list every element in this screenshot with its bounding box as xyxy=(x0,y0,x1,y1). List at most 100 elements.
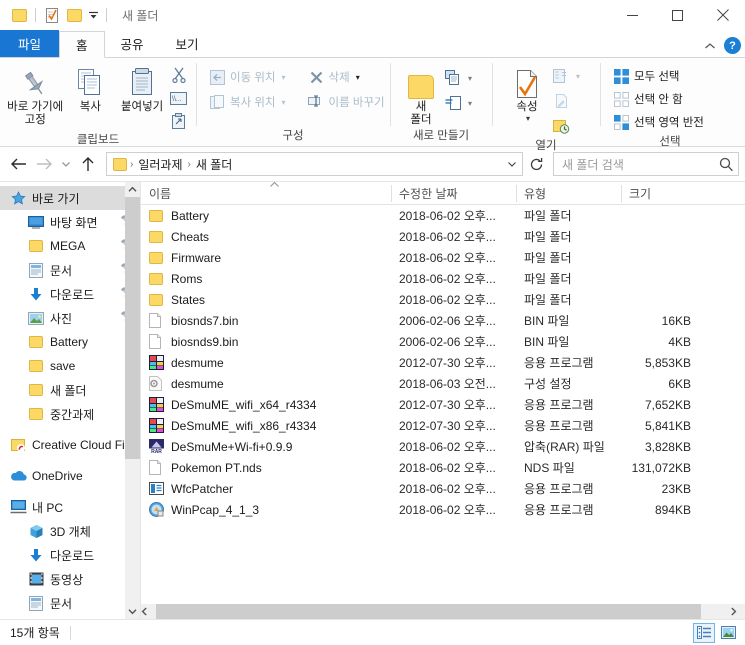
sidebar-item-creative-cloud[interactable]: Creative Cloud Fil xyxy=(0,433,140,457)
sidebar-item-mega[interactable]: MEGA xyxy=(0,234,140,258)
open-button[interactable]: ▾ xyxy=(550,65,583,87)
chevron-down-icon[interactable]: ▾ xyxy=(468,74,472,83)
properties-button[interactable]: 속성 ▾ xyxy=(504,61,550,123)
history-button[interactable] xyxy=(550,115,583,137)
cut-icon[interactable] xyxy=(168,65,190,85)
table-row[interactable]: desmume 2012-07-30 오후... 응용 프로그램 5,853KB xyxy=(141,352,745,373)
table-row[interactable]: Firmware 2018-06-02 오후... 파일 폴더 xyxy=(141,247,745,268)
file-name-cell[interactable]: desmume xyxy=(141,376,391,391)
delete-button[interactable]: 삭제 ▾ xyxy=(305,66,388,88)
table-row[interactable]: WfcPatcher 2018-06-02 오후... 응용 프로그램 23KB xyxy=(141,478,745,499)
breadcrumb-item-1[interactable]: 새 폴더 xyxy=(192,156,236,173)
chevron-up-icon[interactable] xyxy=(704,42,716,50)
sidebar-item-this-pc[interactable]: 내 PC xyxy=(0,495,140,519)
file-name-cell[interactable]: WfcPatcher xyxy=(141,482,391,496)
large-icons-view-button[interactable] xyxy=(717,623,739,643)
minimize-icon[interactable] xyxy=(610,0,655,30)
sidebar-item-downloads[interactable]: 다운로드 xyxy=(0,282,140,306)
breadcrumb-item-0[interactable]: 일러과제 xyxy=(134,156,186,173)
chevron-down-icon[interactable]: ▾ xyxy=(526,114,530,123)
chevron-down-icon[interactable]: ▾ xyxy=(356,73,360,82)
select-all-button[interactable]: 모두 선택 xyxy=(610,65,707,87)
scroll-up-chevron-up-icon[interactable] xyxy=(125,182,140,197)
new-folder-button[interactable]: 새 폴더 xyxy=(400,61,442,127)
properties-icon[interactable] xyxy=(41,4,63,26)
file-name-cell[interactable]: RAR DeSmuMe+Wi-fi+0.9.9 xyxy=(141,439,391,454)
address-bar[interactable]: › 일러과제 › 새 폴더 xyxy=(106,152,523,176)
scroll-left-chevron-icon[interactable] xyxy=(141,607,156,616)
details-view-button[interactable] xyxy=(693,622,715,643)
new-folder-icon[interactable] xyxy=(63,4,85,26)
file-name-cell[interactable]: biosnds9.bin xyxy=(141,334,391,349)
search-input[interactable]: 새 폴더 검색 xyxy=(562,156,719,173)
scrollbar-thumb[interactable] xyxy=(156,604,702,619)
column-header-size[interactable]: 크기 xyxy=(621,182,701,205)
copy-path-icon[interactable]: \\... xyxy=(168,88,190,108)
table-row[interactable]: biosnds7.bin 2006-02-06 오후... BIN 파일 16K… xyxy=(141,310,745,331)
recent-locations-chevron-down-icon[interactable] xyxy=(58,152,74,176)
select-none-button[interactable]: 선택 안 함 xyxy=(610,88,707,110)
file-name-cell[interactable]: Firmware xyxy=(141,251,391,265)
scrollbar-track[interactable] xyxy=(156,604,730,619)
sidebar-item-quick-access[interactable]: 바로 가기 xyxy=(0,186,140,210)
back-arrow-icon[interactable] xyxy=(6,152,30,176)
table-row[interactable]: DeSmuME_wifi_x64_r4334 2012-07-30 오후... … xyxy=(141,394,745,415)
search-icon[interactable] xyxy=(719,157,734,172)
maximize-icon[interactable] xyxy=(655,0,700,30)
scrollbar-thumb[interactable] xyxy=(125,197,140,459)
table-row[interactable]: States 2018-06-02 오후... 파일 폴더 xyxy=(141,289,745,310)
navigation-pane-scrollbar[interactable] xyxy=(125,182,140,619)
column-header-name[interactable]: 이름 xyxy=(141,181,391,205)
sidebar-item-onedrive[interactable]: OneDrive xyxy=(0,464,140,488)
new-item-button[interactable]: ▾ xyxy=(442,67,475,89)
file-name-cell[interactable]: DeSmuME_wifi_x86_r4334 xyxy=(141,418,391,433)
tab-share[interactable]: 공유 xyxy=(105,30,160,57)
easy-access-button[interactable]: ▾ xyxy=(442,92,475,114)
sidebar-item-new-folder[interactable]: 새 폴더 xyxy=(0,378,140,402)
table-row[interactable]: Battery 2018-06-02 오후... 파일 폴더 xyxy=(141,205,745,226)
file-name-cell[interactable]: Pokemon PT.nds xyxy=(141,460,391,475)
table-row[interactable]: Pokemon PT.nds 2018-06-02 오후... NDS 파일 1… xyxy=(141,457,745,478)
file-name-cell[interactable]: desmume xyxy=(141,355,391,370)
chevron-down-icon[interactable] xyxy=(85,4,101,26)
column-header-type[interactable]: 유형 xyxy=(516,182,621,205)
sidebar-item-videos[interactable]: 동영상 xyxy=(0,567,140,591)
chevron-down-icon[interactable]: ▾ xyxy=(576,72,580,81)
copy-button[interactable]: 복사 xyxy=(64,61,116,114)
paste-shortcut-icon[interactable] xyxy=(168,111,190,131)
chevron-down-icon[interactable]: ▾ xyxy=(282,73,286,82)
scroll-right-chevron-icon[interactable] xyxy=(730,607,745,616)
tab-home[interactable]: 홈 xyxy=(59,31,105,58)
sidebar-item-pc-downloads[interactable]: 다운로드 xyxy=(0,543,140,567)
refresh-icon[interactable] xyxy=(525,153,547,175)
file-name-cell[interactable]: States xyxy=(141,293,391,307)
chevron-down-icon[interactable]: ▾ xyxy=(468,99,472,108)
copy-to-button[interactable]: 복사 위치 ▾ xyxy=(206,91,289,113)
column-header-date[interactable]: 수정한 날짜 xyxy=(391,182,516,205)
address-chevron-down-icon[interactable] xyxy=(502,153,522,175)
tab-file[interactable]: 파일 xyxy=(0,30,60,57)
tab-view[interactable]: 보기 xyxy=(160,30,215,57)
file-name-cell[interactable]: WinPcap_4_1_3 xyxy=(141,502,391,517)
table-row[interactable]: DeSmuME_wifi_x86_r4334 2012-07-30 오후... … xyxy=(141,415,745,436)
sidebar-item-documents[interactable]: 문서 xyxy=(0,258,140,282)
file-name-cell[interactable]: biosnds7.bin xyxy=(141,313,391,328)
sidebar-item-desktop[interactable]: 바탕 화면 xyxy=(0,210,140,234)
file-name-cell[interactable]: DeSmuME_wifi_x64_r4334 xyxy=(141,397,391,412)
sidebar-item-3d-objects[interactable]: 3D 개체 xyxy=(0,519,140,543)
close-icon[interactable] xyxy=(700,0,745,30)
file-name-cell[interactable]: Battery xyxy=(141,209,391,223)
invert-selection-button[interactable]: 선택 영역 반전 xyxy=(610,111,707,133)
table-row[interactable]: RAR DeSmuMe+Wi-fi+0.9.9 2018-06-02 오후...… xyxy=(141,436,745,457)
edit-button[interactable] xyxy=(550,90,583,112)
chevron-down-icon[interactable]: ▾ xyxy=(282,98,286,107)
scroll-down-chevron-down-icon[interactable] xyxy=(125,604,140,619)
table-row[interactable]: desmume 2018-06-03 오전... 구성 설정 6KB xyxy=(141,373,745,394)
move-to-button[interactable]: 이동 위치 ▾ xyxy=(206,66,289,88)
folder-icon[interactable] xyxy=(8,4,30,26)
file-name-cell[interactable]: Roms xyxy=(141,272,391,286)
table-row[interactable]: biosnds9.bin 2006-02-06 오후... BIN 파일 4KB xyxy=(141,331,745,352)
sidebar-item-battery[interactable]: Battery xyxy=(0,330,140,354)
sidebar-item-pc-documents[interactable]: 문서 xyxy=(0,591,140,615)
paste-button[interactable]: 붙여넣기 xyxy=(116,61,168,114)
